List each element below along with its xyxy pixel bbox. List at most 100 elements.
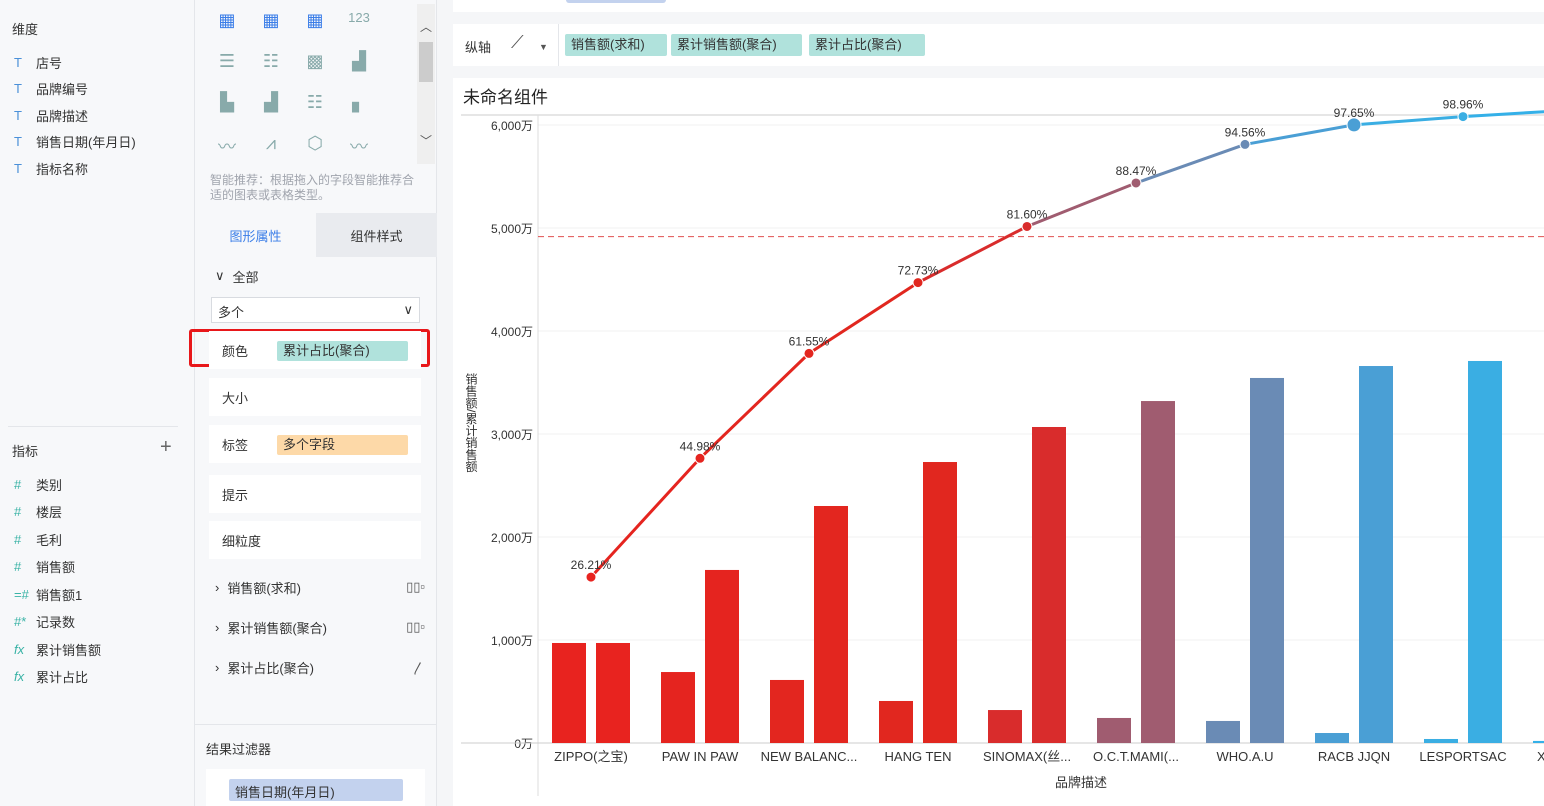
- cumulative-percent-point[interactable]: [1239, 138, 1251, 150]
- number-type-icon: #: [14, 504, 22, 519]
- comparison-bar-chart-icon[interactable]: ☷: [303, 92, 327, 114]
- y-axis-label: 纵轴: [465, 40, 492, 55]
- dimensions-title: 维度: [12, 22, 39, 37]
- radar-chart-icon[interactable]: ⬡: [303, 133, 327, 155]
- sales-bar[interactable]: [1533, 740, 1544, 743]
- measure-field[interactable]: # 销售额: [14, 557, 75, 577]
- cumulative-percent-point[interactable]: [1021, 220, 1033, 232]
- cumulative-percent-point[interactable]: [1130, 177, 1142, 189]
- series-select[interactable]: 多个 ∨: [211, 297, 420, 323]
- all-section-toggle[interactable]: ∨ 全部: [215, 266, 425, 286]
- x-axis-bar: [453, 0, 1544, 12]
- cumulative-percent-point[interactable]: [694, 452, 706, 464]
- x-tick-label: X: [1537, 749, 1544, 764]
- measure-field[interactable]: # 楼层: [14, 502, 62, 522]
- color-property[interactable]: 颜色 累计占比(聚合): [209, 331, 421, 369]
- measures-title: 指标: [12, 444, 39, 459]
- y-tick-label: 0万: [514, 737, 533, 751]
- y-chip-cumulative-sales[interactable]: 累计销售额(聚合): [671, 34, 802, 56]
- cumulative-sales-bar[interactable]: [814, 505, 848, 743]
- sales-bar[interactable]: [988, 710, 1022, 743]
- percent-data-label: 72.73%: [898, 264, 939, 278]
- sales-bar[interactable]: [770, 679, 804, 743]
- field-label: 毛利: [36, 532, 63, 548]
- formula-icon: fx: [14, 641, 25, 657]
- cumulative-sales-bar[interactable]: [596, 642, 630, 743]
- stacked-bar-chart-icon[interactable]: ▟: [347, 51, 371, 73]
- multi-line-chart-icon[interactable]: ⩘: [259, 133, 283, 155]
- add-measure-icon[interactable]: +: [160, 436, 172, 459]
- group-table-chart-icon[interactable]: ▦: [259, 10, 283, 32]
- sales-bar[interactable]: [661, 672, 695, 743]
- scroll-up-icon[interactable]: ︿: [420, 18, 432, 35]
- field-label: 累计占比: [36, 670, 89, 685]
- series-cumulative-sales[interactable]: › 累计销售额(聚合) ▯▯▫: [215, 617, 425, 637]
- tab-component-style[interactable]: 组件样式: [316, 213, 437, 257]
- sales-bar[interactable]: [879, 700, 913, 743]
- measure-field[interactable]: =# 销售额1: [14, 584, 82, 604]
- scroll-down-icon[interactable]: ﹀: [420, 132, 432, 149]
- sales-bar[interactable]: [552, 642, 586, 743]
- text-list-chart-icon[interactable]: ☰: [215, 51, 239, 73]
- cumulative-sales-bar[interactable]: [1359, 366, 1393, 743]
- dimension-field[interactable]: T 品牌描述: [14, 105, 88, 125]
- chart-type-scrollbar[interactable]: ︿ ﹀: [417, 4, 435, 164]
- cumulative-percent-point[interactable]: [912, 277, 924, 289]
- series-sales-sum[interactable]: › 销售额(求和) ▯▯▫: [215, 577, 425, 597]
- formula-icon: fx: [14, 669, 25, 684]
- text-type-icon: T: [14, 54, 22, 70]
- cumulative-sales-bar[interactable]: [1250, 377, 1284, 743]
- dimension-field[interactable]: T 销售日期(年月日): [14, 132, 136, 152]
- tooltip-property[interactable]: 提示: [209, 475, 421, 513]
- color-field-chip[interactable]: 累计占比(聚合): [277, 341, 408, 361]
- dimension-field[interactable]: T 指标名称: [14, 158, 88, 178]
- cumulative-percent-point[interactable]: [585, 571, 597, 583]
- cumulative-sales-bar[interactable]: [923, 462, 957, 743]
- cumulative-percent-point[interactable]: [1457, 111, 1469, 123]
- cumulative-percent-point[interactable]: [803, 347, 815, 359]
- cross-table-chart-icon[interactable]: ▦: [215, 10, 239, 32]
- sales-bar[interactable]: [1315, 733, 1349, 743]
- line-chart-type-icon[interactable]: ⟋: [511, 32, 524, 53]
- series-cumulative-percent[interactable]: › 累计占比(聚合) 〳: [215, 657, 425, 677]
- cumulative-sales-bar[interactable]: [1468, 360, 1502, 743]
- chevron-down-icon: ∨: [215, 268, 225, 283]
- stacked-column-chart-icon[interactable]: ▙: [215, 92, 239, 114]
- bar-chart-icon: ▯▯▫: [406, 619, 425, 634]
- area-chart-icon[interactable]: 〰: [347, 133, 371, 157]
- status-list-chart-icon[interactable]: ☷: [259, 51, 283, 73]
- dropdown-arrow-icon[interactable]: ▼: [539, 42, 548, 52]
- measure-field[interactable]: # 毛利: [14, 529, 62, 549]
- kpi-number-chart-icon[interactable]: 123: [347, 10, 371, 32]
- heat-map-chart-icon[interactable]: ▩: [303, 51, 327, 73]
- cumulative-sales-bar[interactable]: [1141, 401, 1175, 743]
- granularity-property[interactable]: 细粒度: [209, 521, 421, 559]
- cumulative-percent-point[interactable]: [1346, 117, 1362, 133]
- tab-graph-properties[interactable]: 图形属性: [195, 213, 316, 257]
- scroll-thumb[interactable]: [419, 42, 433, 82]
- grouped-column-chart-icon[interactable]: ▟: [259, 92, 283, 114]
- label-property[interactable]: 标签 多个字段: [209, 425, 421, 463]
- cumulative-sales-bar[interactable]: [705, 569, 739, 743]
- range-bar-chart-icon[interactable]: ▖: [347, 92, 371, 114]
- percent-data-label: 81.60%: [1007, 207, 1048, 221]
- sales-bar[interactable]: [1424, 738, 1458, 743]
- chevron-down-icon: ∨: [403, 302, 413, 317]
- dimension-field[interactable]: T 店号: [14, 52, 62, 72]
- sales-bar[interactable]: [1097, 717, 1131, 743]
- label-field-chip[interactable]: 多个字段: [277, 435, 408, 455]
- size-property[interactable]: 大小: [209, 378, 421, 416]
- measure-field[interactable]: #* 记录数: [14, 612, 75, 632]
- measure-field[interactable]: # 类别: [14, 474, 62, 494]
- sales-bar[interactable]: [1206, 720, 1240, 743]
- line-chart-icon[interactable]: 〰: [215, 133, 239, 157]
- measure-field[interactable]: fx 累计占比: [14, 667, 88, 687]
- dimension-field[interactable]: T 品牌编号: [14, 79, 88, 99]
- filter-chip[interactable]: 销售日期(年月日): [229, 779, 403, 801]
- y-chip-sales-sum[interactable]: 销售额(求和): [565, 34, 667, 56]
- cumulative-sales-bar[interactable]: [1032, 426, 1066, 743]
- detail-table-chart-icon[interactable]: ▦: [303, 10, 327, 32]
- measure-field[interactable]: fx 累计销售额: [14, 639, 101, 659]
- number-type-icon: =#: [14, 586, 29, 602]
- y-chip-cumulative-percent[interactable]: 累计占比(聚合): [809, 34, 925, 56]
